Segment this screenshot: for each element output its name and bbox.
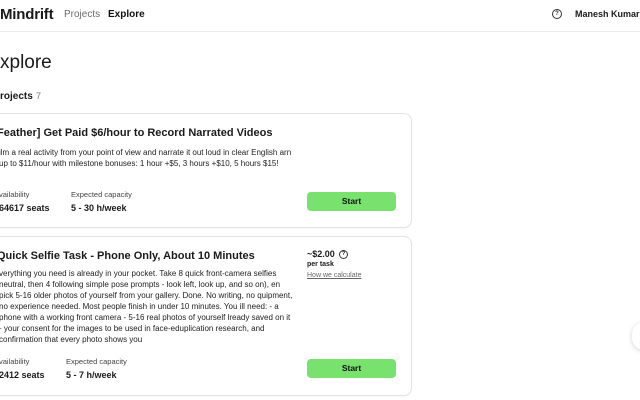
capacity-label: Expected capacity (66, 357, 127, 366)
project-card[interactable]: Quick Selfie Task - Phone Only, About 10… (0, 236, 412, 396)
capacity-value: 5 - 7 h/week (66, 370, 117, 380)
start-button[interactable]: Start (307, 192, 396, 211)
capacity-label: Expected capacity (71, 190, 132, 199)
price: ~$2.00 (307, 249, 335, 259)
capacity-value: 5 - 30 h/week (71, 203, 127, 213)
card-description: ilm a real activity from your point of v… (0, 148, 292, 168)
availability-value: 64617 seats (0, 203, 50, 213)
availability-label: vailability (0, 190, 30, 199)
card-description: verything you need is already in your po… (0, 269, 293, 344)
section-count: 7 (36, 91, 42, 101)
nav-explore[interactable]: Explore (108, 9, 145, 20)
app-logo[interactable]: Mindrift (0, 6, 54, 23)
nav-projects[interactable]: Projects (64, 9, 100, 20)
help-circle-icon[interactable]: ? (552, 9, 562, 19)
start-button[interactable]: Start (307, 359, 396, 378)
availability-label: vailability (0, 357, 30, 366)
info-circle-icon[interactable]: ? (339, 250, 348, 259)
page-title: xplore (0, 52, 52, 73)
card-title[interactable]: Quick Selfie Task - Phone Only, About 10… (0, 250, 255, 262)
price-unit: per task (307, 261, 334, 268)
availability-value: 2412 seats (0, 370, 45, 380)
floating-widget[interactable] (632, 322, 640, 350)
user-menu[interactable]: Manesh Kumar (575, 9, 640, 19)
project-card[interactable]: Feather] Get Paid $6/hour to Record Narr… (0, 113, 412, 228)
section-label: rojects (0, 91, 33, 102)
card-title[interactable]: Feather] Get Paid $6/hour to Record Narr… (0, 127, 272, 139)
top-navbar: Mindrift Projects Explore ? Manesh Kumar (0, 0, 640, 32)
how-we-calculate-link[interactable]: How we calculate (307, 272, 361, 279)
